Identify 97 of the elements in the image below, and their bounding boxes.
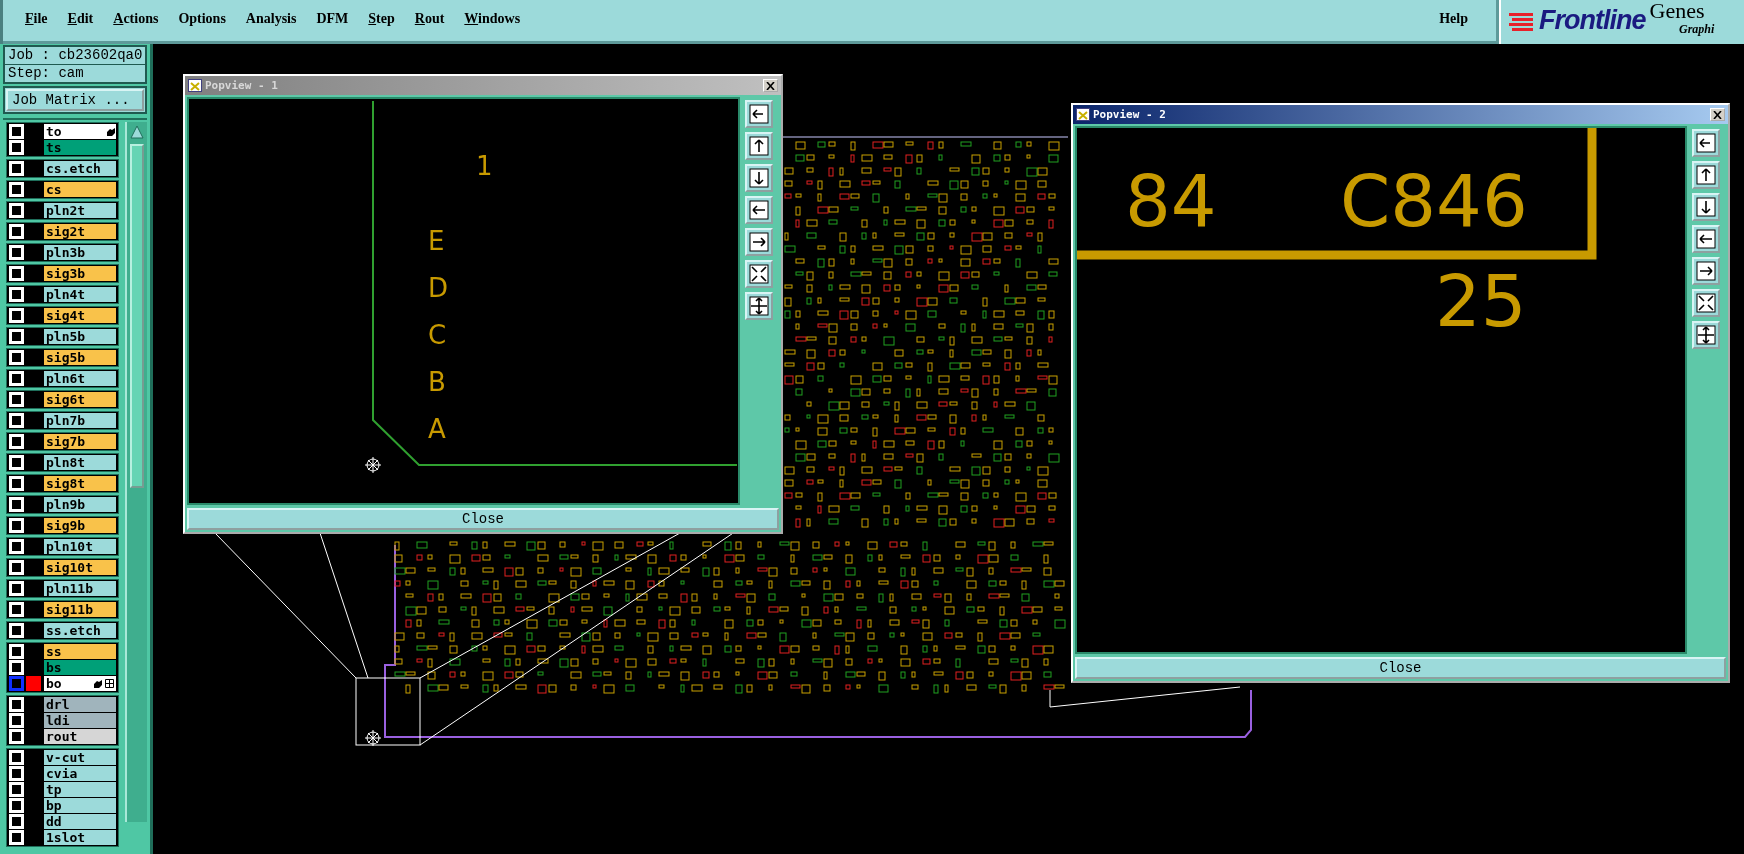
- menu-item[interactable]: DFM: [306, 10, 359, 31]
- layer-name[interactable]: pln4t: [44, 287, 116, 302]
- window-title: Popview - 1: [205, 79, 278, 92]
- layer-name[interactable]: sig8t: [44, 476, 116, 491]
- scroll-up-icon[interactable]: [130, 125, 144, 139]
- layer-name[interactable]: pln6t: [44, 371, 116, 386]
- layer-name[interactable]: cs.etch: [44, 161, 116, 176]
- view-tool-button[interactable]: [1692, 225, 1720, 253]
- silkscreen-text: C846: [1340, 165, 1528, 237]
- close-button[interactable]: Close: [1075, 657, 1726, 679]
- silkscreen-text: 1: [476, 153, 493, 179]
- crosshair-icon: [364, 456, 382, 474]
- layer-name[interactable]: rout: [44, 729, 116, 744]
- layer-name[interactable]: pln8t: [44, 455, 116, 470]
- view-tool-button[interactable]: [745, 196, 773, 224]
- window-icon: [1076, 108, 1090, 121]
- layer-name[interactable]: sig4t: [44, 308, 116, 323]
- layer-name[interactable]: pln9b: [44, 497, 116, 512]
- view-tool-button[interactable]: [745, 132, 773, 160]
- layer-name[interactable]: bp: [44, 798, 116, 813]
- layer-name[interactable]: pln5b: [44, 329, 116, 344]
- grid-icon: [105, 679, 114, 688]
- view-tool-button[interactable]: [1692, 289, 1720, 317]
- view-tool-button[interactable]: [1692, 257, 1720, 285]
- job-label: Job : cb23602qa0: [5, 47, 145, 65]
- view-tool-button[interactable]: [745, 292, 773, 320]
- layer-name[interactable]: tp: [44, 782, 116, 797]
- menu-item[interactable]: Options: [168, 10, 236, 31]
- layer-checkbox[interactable]: [9, 676, 24, 691]
- crosshair-icon: [364, 729, 382, 747]
- menu-item[interactable]: Actions: [103, 10, 169, 31]
- menu-item[interactable]: Step: [358, 10, 405, 31]
- layer-name[interactable]: ss: [44, 644, 116, 659]
- layer-name[interactable]: ldi: [44, 713, 116, 728]
- close-icon[interactable]: [1710, 108, 1725, 121]
- silkscreen-text: E: [428, 228, 445, 254]
- window-title: Popview - 2: [1093, 108, 1166, 121]
- view-tool-button[interactable]: [1692, 161, 1720, 189]
- menu-item[interactable]: File: [15, 10, 58, 31]
- layer-name[interactable]: ss.etch: [44, 623, 116, 638]
- layer-name[interactable]: dd: [44, 814, 116, 829]
- layer-name[interactable]: pln3b: [44, 245, 116, 260]
- view-canvas[interactable]: 1 E D C B A: [187, 97, 740, 505]
- scroll-thumb[interactable]: [130, 144, 144, 488]
- layer-name[interactable]: sig9b: [44, 518, 116, 533]
- corner-arrows-icon: [749, 264, 769, 284]
- corner-arrows-icon: [1696, 293, 1716, 313]
- layer-name[interactable]: pln2t: [44, 203, 116, 218]
- menu-item[interactable]: Rout: [404, 10, 455, 31]
- layer-name[interactable]: bs: [44, 660, 116, 675]
- view-canvas[interactable]: 84 C846 25: [1075, 126, 1687, 654]
- view-tool-button[interactable]: [1692, 321, 1720, 349]
- layer-name[interactable]: ts: [44, 140, 116, 155]
- layer-name[interactable]: cs: [44, 182, 116, 197]
- help-menu[interactable]: Help: [1429, 10, 1478, 31]
- job-matrix-button[interactable]: Job Matrix ...: [6, 89, 144, 111]
- layer-name[interactable]: cvia: [44, 766, 116, 781]
- layer-name[interactable]: pln7b: [44, 413, 116, 428]
- four-way-arrow-icon: [1696, 325, 1716, 345]
- silkscreen-text: 84: [1125, 165, 1217, 237]
- silkscreen-text: C: [428, 322, 447, 348]
- menu-item[interactable]: Windows: [454, 10, 531, 31]
- layer-name[interactable]: sig7b: [44, 434, 116, 449]
- layer-name[interactable]: 1slot: [44, 830, 116, 845]
- silkscreen-text: D: [428, 275, 449, 301]
- layer-name[interactable]: sig2t: [44, 224, 116, 239]
- layer-name[interactable]: pln11b: [44, 581, 116, 596]
- layer-name[interactable]: sig10t: [44, 560, 116, 575]
- scrollbar[interactable]: [125, 122, 147, 822]
- four-way-arrow-icon: [749, 296, 769, 316]
- view-tool-button[interactable]: [745, 100, 773, 128]
- window-icon: [188, 79, 202, 92]
- layer-name[interactable]: sig5b: [44, 350, 116, 365]
- layer-name[interactable]: pln10t: [44, 539, 116, 554]
- logo-product: Genes: [1649, 0, 1705, 24]
- view-tool-button[interactable]: [745, 164, 773, 192]
- layer-name[interactable]: sig3b: [44, 266, 116, 281]
- close-button[interactable]: Close: [187, 508, 779, 530]
- layer-name[interactable]: drl: [44, 697, 116, 712]
- layer-name[interactable]: to: [44, 124, 116, 139]
- view-tool-button[interactable]: [1692, 129, 1720, 157]
- view-tool-button[interactable]: [745, 260, 773, 288]
- logo-brand: Frontline: [1539, 5, 1646, 36]
- logo-subtitle: Graphi: [1679, 22, 1715, 37]
- view-tool-button[interactable]: [1692, 193, 1720, 221]
- layer-name[interactable]: sig11b: [44, 602, 116, 617]
- menu-item[interactable]: Analysis: [235, 10, 307, 31]
- layer-name[interactable]: bo: [44, 676, 116, 691]
- silkscreen-text: A: [428, 416, 446, 442]
- layer-name[interactable]: sig6t: [44, 392, 116, 407]
- speed-lines-icon: [1509, 10, 1535, 32]
- layer-name[interactable]: v-cut: [44, 750, 116, 765]
- view-tool-button[interactable]: [745, 228, 773, 256]
- step-label: Step: cam: [7, 65, 85, 82]
- silkscreen-text: B: [428, 369, 446, 395]
- menu-item[interactable]: Edit: [57, 10, 104, 31]
- silkscreen-text: 25: [1435, 265, 1527, 337]
